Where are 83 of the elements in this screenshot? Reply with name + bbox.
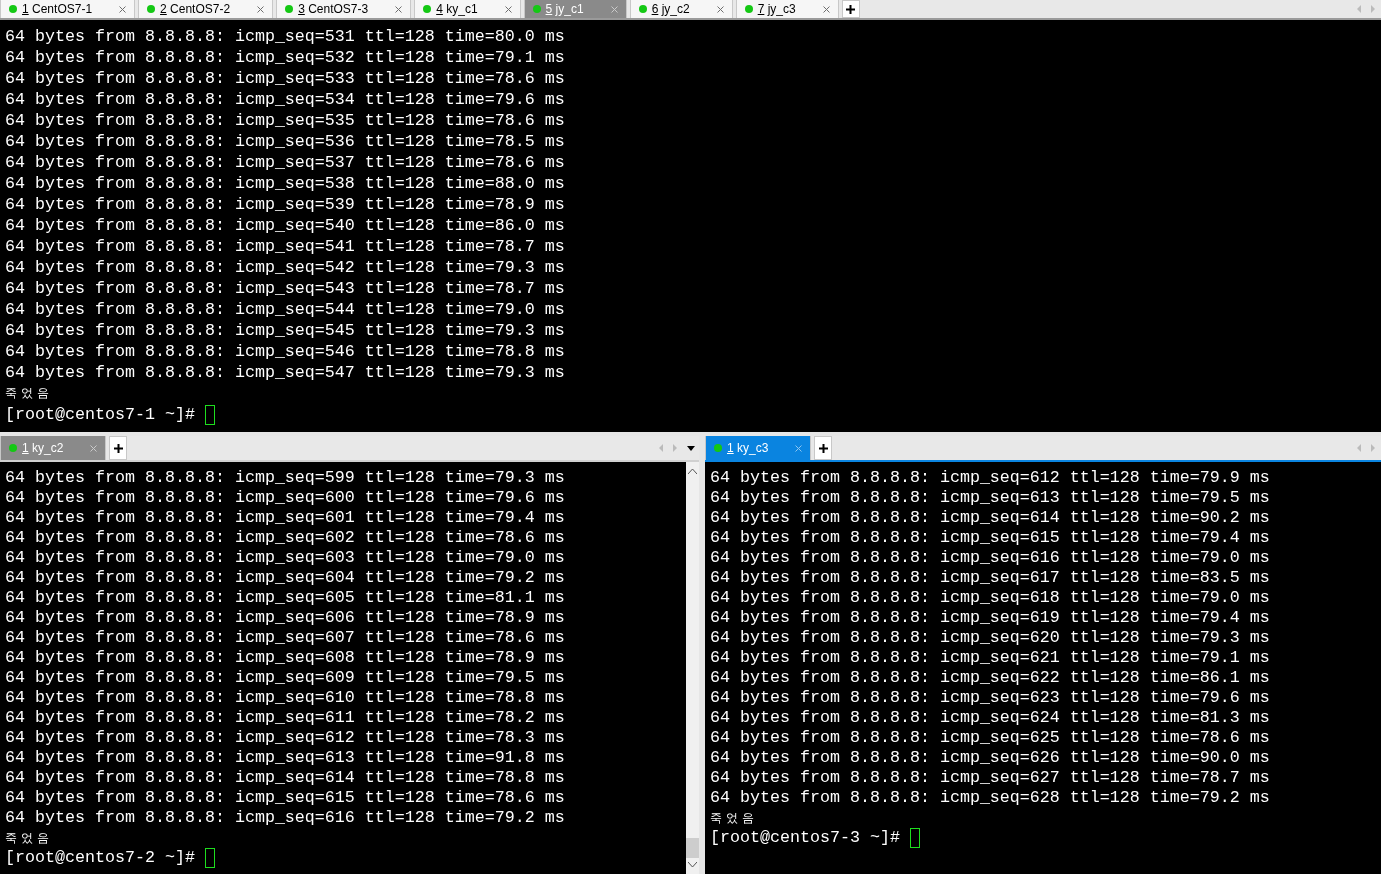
terminal-line: 64 bytes from 8.8.8.8: icmp_seq=604 ttl=128 time=79.2 ms [5, 568, 565, 588]
terminal-line: 64 bytes from 8.8.8.8: icmp_seq=539 ttl=128 time=78.9 ms [5, 194, 565, 215]
close-icon[interactable] [822, 5, 830, 13]
terminal-line: 64 bytes from 8.8.8.8: icmp_seq=603 ttl=128 time=79.0 ms [5, 548, 565, 568]
terminal-line: 64 bytes from 8.8.8.8: icmp_seq=545 ttl=128 time=79.3 ms [5, 320, 565, 341]
shell-prompt: [root@centos7-3 ~]# [710, 828, 900, 848]
terminal-line: 64 bytes from 8.8.8.8: icmp_seq=542 ttl=128 time=79.3 ms [5, 257, 565, 278]
terminal-line: 64 bytes from 8.8.8.8: icmp_seq=602 ttl=128 time=78.6 ms [5, 528, 565, 548]
session-tab[interactable]: 6 jy_c2 [629, 0, 733, 18]
terminal-line: 64 bytes from 8.8.8.8: icmp_seq=608 ttl=128 time=78.9 ms [5, 648, 565, 668]
close-icon[interactable] [395, 5, 403, 13]
terminal-line: 64 bytes from 8.8.8.8: icmp_seq=613 ttl=128 time=79.5 ms [710, 488, 1270, 508]
terminal-line: 64 bytes from 8.8.8.8: icmp_seq=534 ttl=128 time=79.6 ms [5, 89, 565, 110]
terminal-line: 64 bytes from 8.8.8.8: icmp_seq=622 ttl=128 time=86.1 ms [710, 668, 1270, 688]
caret-icon[interactable] [687, 445, 695, 451]
plus-icon [113, 443, 123, 453]
session-tab[interactable]: 4 ky_c1 [414, 0, 521, 18]
terminal-line: 64 bytes from 8.8.8.8: icmp_seq=543 ttl=128 time=78.7 ms [5, 278, 565, 299]
terminal-line: 64 bytes from 8.8.8.8: icmp_seq=547 ttl=128 time=79.3 ms [5, 362, 565, 383]
terminal-line: 64 bytes from 8.8.8.8: icmp_seq=626 ttl=128 time=90.0 ms [710, 748, 1270, 768]
session-tab[interactable]: 2 CentOS7-2 [138, 0, 274, 18]
close-icon[interactable] [716, 5, 724, 13]
text-cursor [204, 404, 215, 425]
new-tab-button[interactable] [109, 436, 128, 460]
plus-icon [846, 4, 856, 14]
terminal-line: 64 bytes from 8.8.8.8: icmp_seq=535 ttl=128 time=78.6 ms [5, 110, 565, 131]
terminal-line: 64 bytes from 8.8.8.8: icmp_seq=621 ttl=128 time=79.1 ms [710, 648, 1270, 668]
session-tab[interactable]: 7 jy_c3 [735, 0, 839, 18]
terminal-line: 64 bytes from 8.8.8.8: icmp_seq=536 ttl=128 time=78.5 ms [5, 131, 565, 152]
session-tab[interactable]: 1 CentOS7-1 [0, 0, 136, 18]
terminal-line: 64 bytes from 8.8.8.8: icmp_seq=537 ttl=128 time=78.6 ms [5, 152, 565, 173]
terminal-line: 64 bytes from 8.8.8.8: icmp_seq=600 ttl=128 time=79.6 ms [5, 488, 565, 508]
terminal-line: 64 bytes from 8.8.8.8: icmp_seq=533 ttl=128 time=78.6 ms [5, 68, 565, 89]
terminal-line: 죽 었 음 [710, 810, 754, 827]
terminal-line: 64 bytes from 8.8.8.8: icmp_seq=612 ttl=128 time=78.3 ms [5, 728, 565, 748]
terminal-line: 64 bytes from 8.8.8.8: icmp_seq=627 ttl=128 time=78.7 ms [710, 768, 1270, 788]
terminal-line: 64 bytes from 8.8.8.8: icmp_seq=544 ttl=128 time=79.0 ms [5, 299, 565, 320]
terminal-line: 64 bytes from 8.8.8.8: icmp_seq=625 ttl=128 time=78.6 ms [710, 728, 1270, 748]
terminal-line: 64 bytes from 8.8.8.8: icmp_seq=531 ttl=128 time=80.0 ms [5, 26, 565, 47]
terminal-line: 64 bytes from 8.8.8.8: icmp_seq=605 ttl=128 time=81.1 ms [5, 588, 565, 608]
terminal-line: 죽 었 음 [5, 830, 49, 847]
terminal-line: 64 bytes from 8.8.8.8: icmp_seq=628 ttl=128 time=79.2 ms [710, 788, 1270, 808]
terminal-line: 64 bytes from 8.8.8.8: icmp_seq=617 ttl=128 time=83.5 ms [710, 568, 1270, 588]
terminal-line: 64 bytes from 8.8.8.8: icmp_seq=614 ttl=128 time=78.8 ms [5, 768, 565, 788]
session-tab[interactable]: 1 ky_c3 [705, 436, 812, 460]
shell-prompt: [root@centos7-2 ~]# [5, 848, 195, 868]
terminal-line: 64 bytes from 8.8.8.8: icmp_seq=614 ttl=128 time=90.2 ms [710, 508, 1270, 528]
terminal-line: 64 bytes from 8.8.8.8: icmp_seq=623 ttl=128 time=79.6 ms [710, 688, 1270, 708]
terminal-line: 죽 었 음 [5, 385, 49, 402]
terminal-line: 64 bytes from 8.8.8.8: icmp_seq=615 ttl=128 time=79.4 ms [710, 528, 1270, 548]
terminal-line: 64 bytes from 8.8.8.8: icmp_seq=609 ttl=128 time=79.5 ms [5, 668, 565, 688]
plus-icon [818, 443, 828, 453]
shell-prompt: [root@centos7-1 ~]# [5, 404, 195, 425]
new-tab-button[interactable] [814, 436, 833, 460]
session-tab[interactable]: 3 CentOS7-3 [276, 0, 412, 18]
terminal-line: 64 bytes from 8.8.8.8: icmp_seq=615 ttl=128 time=78.6 ms [5, 788, 565, 808]
terminal-line: 64 bytes from 8.8.8.8: icmp_seq=607 ttl=128 time=78.6 ms [5, 628, 565, 648]
terminal-line: 64 bytes from 8.8.8.8: icmp_seq=618 ttl=128 time=79.0 ms [710, 588, 1270, 608]
terminal-line: 64 bytes from 8.8.8.8: icmp_seq=546 ttl=128 time=78.8 ms [5, 341, 565, 362]
terminal-line: 64 bytes from 8.8.8.8: icmp_seq=599 ttl=128 time=79.3 ms [5, 468, 565, 488]
terminal-line: 64 bytes from 8.8.8.8: icmp_seq=601 ttl=128 time=79.4 ms [5, 508, 565, 528]
scrollbar[interactable] [686, 462, 699, 874]
terminal-line: 64 bytes from 8.8.8.8: icmp_seq=612 ttl=128 time=79.9 ms [710, 468, 1270, 488]
close-icon[interactable] [119, 5, 127, 13]
text-cursor [909, 828, 920, 848]
terminal-line: 64 bytes from 8.8.8.8: icmp_seq=611 ttl=128 time=78.2 ms [5, 708, 565, 728]
close-icon[interactable] [504, 5, 512, 13]
terminal-line: 64 bytes from 8.8.8.8: icmp_seq=616 ttl=128 time=79.0 ms [710, 548, 1270, 568]
terminal-line: 64 bytes from 8.8.8.8: icmp_seq=606 ttl=128 time=78.9 ms [5, 608, 565, 628]
terminal-line: 64 bytes from 8.8.8.8: icmp_seq=541 ttl=128 time=78.7 ms [5, 236, 565, 257]
terminal-line: 64 bytes from 8.8.8.8: icmp_seq=610 ttl=128 time=78.8 ms [5, 688, 565, 708]
terminal-line: 64 bytes from 8.8.8.8: icmp_seq=532 ttl=128 time=79.1 ms [5, 47, 565, 68]
terminal-line: 64 bytes from 8.8.8.8: icmp_seq=613 ttl=128 time=91.8 ms [5, 748, 565, 768]
terminal-line: 64 bytes from 8.8.8.8: icmp_seq=540 ttl=128 time=86.0 ms [5, 215, 565, 236]
terminal-line: 64 bytes from 8.8.8.8: icmp_seq=624 ttl=128 time=81.3 ms [710, 708, 1270, 728]
terminal-line: 64 bytes from 8.8.8.8: icmp_seq=616 ttl=128 time=79.2 ms [5, 808, 565, 828]
text-cursor [204, 848, 215, 868]
new-tab-button[interactable] [841, 0, 860, 18]
scrollbar-thumb[interactable] [686, 838, 699, 858]
close-icon[interactable] [257, 5, 265, 13]
terminal-line: 64 bytes from 8.8.8.8: icmp_seq=620 ttl=128 time=79.3 ms [710, 628, 1270, 648]
terminal-line: 64 bytes from 8.8.8.8: icmp_seq=619 ttl=128 time=79.4 ms [710, 608, 1270, 628]
terminal-line: 64 bytes from 8.8.8.8: icmp_seq=538 ttl=128 time=88.0 ms [5, 173, 565, 194]
